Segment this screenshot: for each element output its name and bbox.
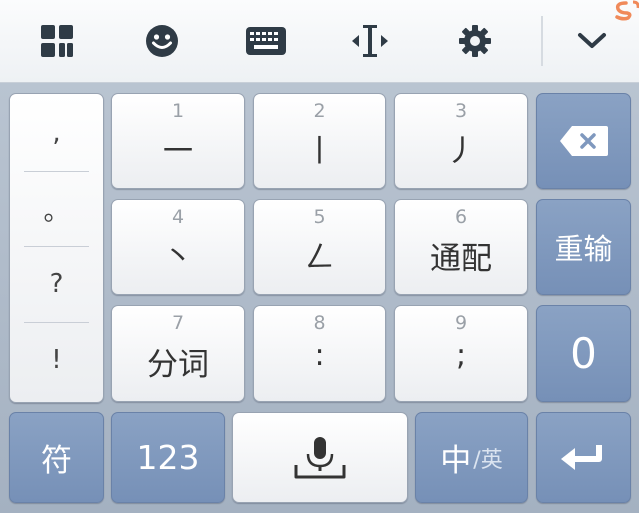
collapse-chevron-icon[interactable] [568,17,616,65]
lang-toggle-label: 中 /英 [416,413,527,502]
key-number: 9 [454,312,468,334]
key-2[interactable]: 2 丨 [253,93,386,189]
key-number: 4 [171,206,185,228]
key-number: 2 [313,100,326,122]
toolbar-divider [541,16,543,66]
key-number: 3 [454,100,468,122]
reenter-button[interactable]: 重输 [536,199,631,295]
key-6[interactable]: 6 通配 [394,199,528,295]
keyboard-icon[interactable] [242,17,290,65]
lang-toggle-key[interactable]: 中 /英 [415,412,528,503]
key-label: 分词 [147,347,209,383]
key-number: 5 [313,206,326,228]
key-8[interactable]: 8 : [253,305,386,402]
backspace-icon [537,94,630,188]
key-9[interactable]: 9 ; [394,305,528,402]
key-number: 7 [171,312,185,334]
space-key[interactable] [232,412,408,503]
delete-button[interactable] [536,93,631,189]
key-3[interactable]: 3 丿 [394,93,528,189]
symbols-label: 符 [41,443,72,479]
lang-main-label: 中 [440,443,472,479]
key-label: 丶 [163,240,193,275]
grid-menu-icon[interactable] [33,17,81,65]
emoji-icon[interactable] [138,17,186,65]
microphone-space-icon [233,413,407,502]
key-label: 丨 [304,134,335,169]
key-number: 8 [313,312,326,334]
zero-label: 0 [570,329,597,378]
enter-key[interactable] [536,412,631,503]
key-7[interactable]: 7 分词 [111,305,245,402]
key-label: : [314,338,325,373]
cursor-move-icon[interactable] [346,17,394,65]
key-number: 1 [171,100,185,122]
punct-question-key[interactable]: ? [10,247,103,321]
key-label: ㄥ [304,240,335,275]
key-4[interactable]: 4 丶 [111,199,245,295]
symbols-key[interactable]: 符 [9,412,104,503]
key-5[interactable]: 5 ㄥ [253,199,386,295]
punct-exclaim-key[interactable]: ! [10,323,103,397]
enter-icon [537,413,630,502]
settings-icon[interactable] [451,17,499,65]
punctuation-column: , 。 ? ! [9,93,104,403]
toolbar [0,0,639,83]
key-number: 6 [454,206,468,228]
zero-key[interactable]: 0 [536,305,631,402]
key-label: 通配 [430,241,492,277]
keyboard-area: , 。 ? ! 1 一 2 丨 3 丿 4 丶 5 ㄥ 6 通配 重输 7 分词… [0,83,639,513]
punct-comma-key[interactable]: , [10,96,103,170]
sogou-logo [612,0,639,22]
reenter-label: 重输 [554,232,613,266]
numbers-key[interactable]: 123 [111,412,225,503]
key-label: 丿 [446,134,476,169]
key-label: 一 [163,134,193,169]
lang-alt-label: /英 [473,447,503,473]
punct-period-key[interactable]: 。 [10,172,103,246]
key-label: ; [455,338,467,373]
key-1[interactable]: 1 一 [111,93,245,189]
numbers-label: 123 [136,438,200,477]
